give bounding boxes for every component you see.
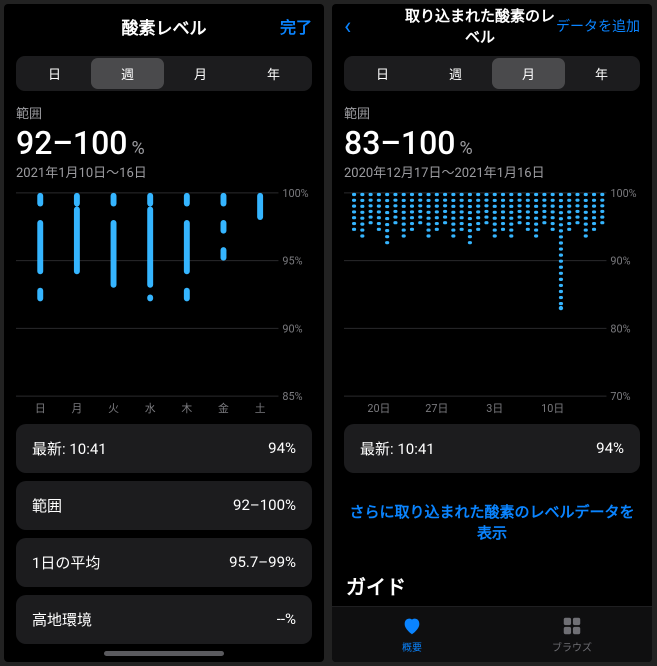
svg-text:100%: 100% (610, 187, 636, 200)
time-range-segmented[interactable]: 日 週 月 年 (16, 56, 312, 91)
svg-text:金: 金 (218, 401, 229, 414)
add-data-button[interactable]: データを追加 (556, 16, 640, 36)
show-all-data-link[interactable]: さらに取り込まれた酸素のレベルデータを表示 (344, 501, 640, 543)
row-latest[interactable]: 最新: 10:41 94% (16, 424, 312, 473)
seg-year[interactable]: 年 (237, 58, 310, 89)
heart-icon (400, 615, 424, 637)
back-button[interactable]: ‹ (344, 14, 404, 38)
seg-day[interactable]: 日 (346, 58, 419, 89)
svg-text:100%: 100% (282, 187, 308, 200)
guide-heading: ガイド (346, 571, 638, 600)
svg-text:日: 日 (35, 402, 46, 414)
tab-summary[interactable]: 概要 (332, 607, 492, 662)
svg-text:70%: 70% (610, 390, 630, 403)
home-indicator[interactable] (104, 651, 224, 656)
month-chart: 70% 80% 90% 100% 20日 27日 3日 10日 (344, 187, 640, 414)
svg-text:20日: 20日 (367, 402, 390, 414)
seg-day[interactable]: 日 (18, 58, 91, 89)
tab-bar: 概要 ブラウズ (332, 606, 652, 662)
svg-text:木: 木 (181, 402, 192, 414)
range-unit: % (459, 138, 472, 159)
range-label: 範囲 (344, 103, 640, 122)
svg-text:土: 土 (255, 402, 266, 414)
nav-title: 酸素レベル (76, 14, 252, 39)
range-unit: % (131, 138, 144, 159)
svg-text:27日: 27日 (425, 402, 448, 414)
svg-text:90%: 90% (610, 255, 630, 268)
week-chart: 85% 90% 95% 100% 日 月 火 水 木 金 土 (16, 187, 312, 414)
row-high-altitude[interactable]: 高地環境 --% (16, 595, 312, 644)
seg-week[interactable]: 週 (419, 58, 492, 89)
row-daily-avg[interactable]: 1日の平均 95.7–99% (16, 538, 312, 587)
range-headline: 83–100 % (344, 124, 640, 162)
svg-text:80%: 80% (610, 322, 630, 335)
svg-text:85%: 85% (282, 390, 302, 403)
seg-year[interactable]: 年 (565, 58, 638, 89)
date-range: 2020年12月17日〜2021年1月16日 (344, 162, 640, 181)
svg-text:90%: 90% (282, 322, 302, 335)
seg-month[interactable]: 月 (492, 58, 565, 89)
range-value: 92–100 (16, 124, 127, 162)
svg-text:95%: 95% (282, 255, 302, 268)
phone-week-view: 酸素レベル 完了 日 週 月 年 範囲 92–100 % 2021年1月10日〜… (4, 4, 324, 662)
nav-bar: 酸素レベル 完了 (4, 4, 324, 48)
svg-text:水: 水 (145, 402, 156, 414)
svg-text:3日: 3日 (486, 402, 503, 414)
phone-month-view: ‹ 取り込まれた酸素のレベル データを追加 日 週 月 年 範囲 83–100 … (332, 4, 652, 662)
svg-text:火: 火 (108, 402, 119, 414)
nav-title: 取り込まれた酸素のレベル (404, 5, 556, 47)
seg-week[interactable]: 週 (91, 58, 164, 89)
metrics-list: 最新: 10:41 94% (344, 424, 640, 481)
date-range: 2021年1月10日〜16日 (16, 162, 312, 181)
row-latest[interactable]: 最新: 10:41 94% (344, 424, 640, 473)
range-label: 範囲 (16, 103, 312, 122)
tab-browse[interactable]: ブラウズ (492, 607, 652, 662)
row-range[interactable]: 範囲 92–100% (16, 481, 312, 530)
seg-month[interactable]: 月 (164, 58, 237, 89)
chevron-left-icon: ‹ (344, 14, 351, 38)
range-value: 83–100 (344, 124, 455, 162)
range-headline: 92–100 % (16, 124, 312, 162)
svg-text:月: 月 (71, 402, 82, 414)
done-button[interactable]: 完了 (252, 14, 312, 38)
svg-text:10日: 10日 (541, 402, 564, 414)
time-range-segmented[interactable]: 日 週 月 年 (344, 56, 640, 91)
nav-bar: ‹ 取り込まれた酸素のレベル データを追加 (332, 4, 652, 48)
metrics-list: 最新: 10:41 94% 範囲 92–100% 1日の平均 95.7–99% … (16, 424, 312, 652)
grid-icon (560, 615, 584, 637)
